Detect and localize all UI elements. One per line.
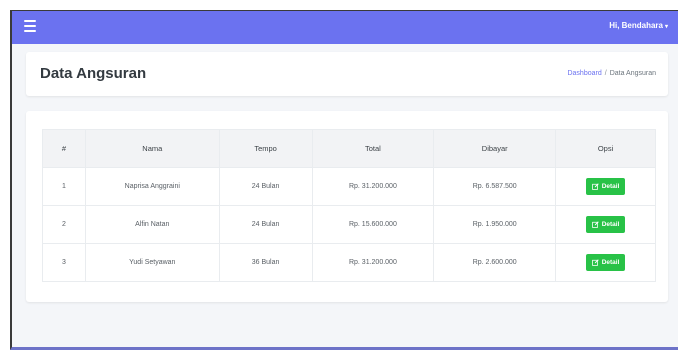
edit-icon bbox=[591, 259, 599, 266]
table-header-row: # Nama Tempo Total Dibayar Opsi bbox=[42, 129, 656, 168]
cell-total: Rp. 31.200.000 bbox=[311, 243, 435, 282]
top-navbar: Hi, Bendahara ▾ bbox=[12, 11, 678, 44]
page-title: Data Angsuran bbox=[40, 65, 147, 82]
column-header-total: Total bbox=[311, 129, 435, 168]
breadcrumb-current: Data Angsuran bbox=[609, 70, 656, 77]
cell-number: 1 bbox=[42, 167, 86, 206]
cell-dibayar: Rp. 1.950.000 bbox=[433, 205, 557, 244]
column-header-opsi: Opsi bbox=[555, 129, 656, 168]
table-row: 3 Yudi Setyawan 36 Bulan Rp. 31.200.000 … bbox=[42, 243, 656, 282]
cell-number: 2 bbox=[42, 205, 86, 244]
cell-tempo: 24 Bulan bbox=[218, 167, 313, 206]
cell-nama: Yudi Setyawan bbox=[84, 243, 220, 282]
cell-total: Rp. 31.200.000 bbox=[311, 167, 435, 206]
cell-tempo: 36 Bulan bbox=[218, 243, 313, 282]
cell-nama: Naprisa Anggraini bbox=[84, 167, 220, 206]
edit-icon bbox=[591, 221, 599, 228]
cell-opsi: Detail bbox=[555, 167, 656, 206]
cell-total: Rp. 15.600.000 bbox=[311, 205, 435, 244]
cell-opsi: Detail bbox=[555, 205, 656, 244]
column-header-number: # bbox=[42, 129, 86, 168]
breadcrumb-home-link[interactable]: Dashboard bbox=[567, 70, 601, 77]
column-header-tempo: Tempo bbox=[218, 129, 313, 168]
app-window: Hi, Bendahara ▾ Data Angsuran Dashboard / D… bbox=[10, 10, 678, 350]
detail-button[interactable]: Detail bbox=[585, 178, 626, 195]
table-row: 2 Alfin Natan 24 Bulan Rp. 15.600.000 Rp… bbox=[42, 205, 656, 244]
breadcrumb-separator: / bbox=[604, 70, 607, 77]
content-card: # Nama Tempo Total Dibayar Opsi 1 Napris… bbox=[26, 111, 668, 302]
column-header-dibayar: Dibayar bbox=[433, 129, 557, 168]
detail-button[interactable]: Detail bbox=[585, 216, 626, 233]
cell-dibayar: Rp. 2.600.000 bbox=[433, 243, 557, 282]
user-menu[interactable]: Hi, Bendahara ▾ bbox=[609, 21, 668, 30]
hamburger-icon[interactable] bbox=[24, 20, 36, 32]
installment-table: # Nama Tempo Total Dibayar Opsi 1 Napris… bbox=[42, 129, 656, 282]
detail-button-label: Detail bbox=[601, 221, 620, 228]
detail-button-label: Detail bbox=[601, 259, 620, 266]
table-row: 1 Naprisa Anggraini 24 Bulan Rp. 31.200.… bbox=[42, 167, 656, 206]
breadcrumb: Dashboard / Data Angsuran bbox=[567, 70, 656, 77]
user-greeting: Hi, Bendahara bbox=[609, 21, 663, 30]
detail-button[interactable]: Detail bbox=[585, 254, 626, 271]
cell-number: 3 bbox=[42, 243, 86, 282]
cell-dibayar: Rp. 6.587.500 bbox=[433, 167, 557, 206]
column-header-nama: Nama bbox=[84, 129, 220, 168]
cell-nama: Alfin Natan bbox=[84, 205, 220, 244]
detail-button-label: Detail bbox=[601, 183, 620, 190]
caret-down-icon: ▾ bbox=[664, 24, 668, 30]
cell-tempo: 24 Bulan bbox=[218, 205, 313, 244]
cell-opsi: Detail bbox=[555, 243, 656, 282]
edit-icon bbox=[591, 183, 599, 190]
page-header: Data Angsuran Dashboard / Data Angsuran bbox=[26, 52, 668, 96]
